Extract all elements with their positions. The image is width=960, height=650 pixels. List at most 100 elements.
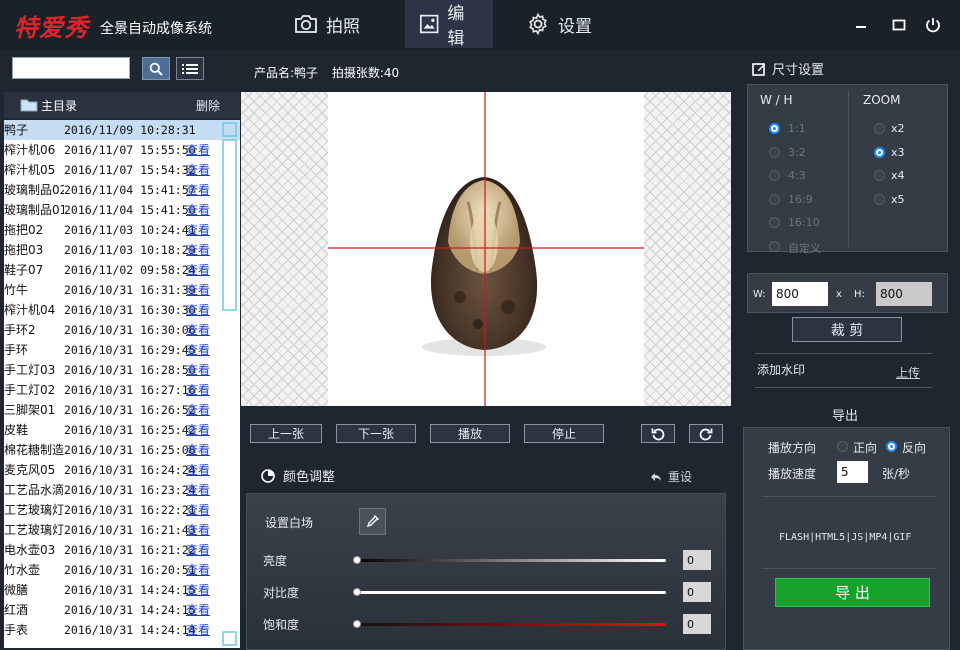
list-item[interactable]: 手表 2016/10/31 14:24:14 查看 xyxy=(4,620,240,640)
view-link[interactable]: 查看 xyxy=(186,140,210,160)
upload-button[interactable]: 上传 xyxy=(896,364,920,381)
zoom-radio[interactable] xyxy=(874,170,885,181)
view-link[interactable]: 查看 xyxy=(186,460,210,480)
folder-icon xyxy=(20,99,38,112)
list-item[interactable]: 榨汁机04 2016/10/31 16:30:30 查看 xyxy=(4,300,240,320)
speed-input[interactable]: 5 xyxy=(837,461,868,483)
slider-value[interactable]: 0 xyxy=(683,550,711,570)
view-link[interactable]: 查看 xyxy=(186,200,210,220)
list-item[interactable]: 电水壶03 2016/10/31 16:21:22 查看 xyxy=(4,540,240,560)
view-link[interactable]: 查看 xyxy=(186,440,210,460)
image-canvas[interactable] xyxy=(241,92,731,406)
ratio-radio[interactable] xyxy=(769,240,780,252)
minimize-button[interactable] xyxy=(850,14,872,36)
zoom-radio[interactable] xyxy=(874,146,885,158)
ratio-radio[interactable] xyxy=(769,170,780,181)
list-item[interactable]: 工艺品水滴 2016/10/31 16:23:24 查看 xyxy=(4,480,240,500)
adjust-slider[interactable] xyxy=(356,591,666,594)
view-link[interactable]: 查看 xyxy=(186,560,210,580)
view-link[interactable]: 查看 xyxy=(186,420,210,440)
view-link[interactable]: 查看 xyxy=(186,160,210,180)
file-list[interactable]: 鸭子 2016/11/09 10:28:31 榨汁机06 2016/11/07 15:… xyxy=(4,120,240,648)
zoom-radio[interactable] xyxy=(874,193,885,205)
zoom-radio[interactable] xyxy=(874,123,885,134)
list-item[interactable]: 拖把03 2016/11/03 10:18:29 查看 xyxy=(4,240,240,260)
list-item[interactable]: 三脚架01 2016/10/31 16:26:52 查看 xyxy=(4,400,240,420)
adjust-slider[interactable] xyxy=(356,623,666,626)
list-item[interactable]: 微膳 2016/10/31 14:24:15 查看 xyxy=(4,580,240,600)
tab-photo[interactable]: 拍照 xyxy=(280,0,380,48)
list-item[interactable]: 玻璃制品01 2016/11/04 15:41:50 查看 xyxy=(4,200,240,220)
view-link[interactable]: 查看 xyxy=(186,280,210,300)
list-item[interactable]: 棉花糖制造 2016/10/31 16:25:08 查看 xyxy=(4,440,240,460)
play-button[interactable]: 播放 xyxy=(430,424,510,443)
reset-button[interactable]: 重设 xyxy=(650,468,692,485)
list-item[interactable]: 拖把02 2016/11/03 10:24:41 查看 xyxy=(4,220,240,240)
slider-handle[interactable] xyxy=(353,620,361,628)
view-link[interactable]: 查看 xyxy=(186,380,210,400)
ratio-radio[interactable] xyxy=(769,146,780,158)
list-scrollbar[interactable] xyxy=(222,122,238,648)
list-item[interactable]: 榨汁机06 2016/11/07 15:55:50 查看 xyxy=(4,140,240,160)
slider-handle[interactable] xyxy=(353,556,361,564)
list-item[interactable]: 手环2 2016/10/31 16:30:06 查看 xyxy=(4,320,240,340)
list-item[interactable]: 手环 2016/10/31 16:29:45 查看 xyxy=(4,340,240,360)
direction-forward-radio[interactable] xyxy=(837,441,848,452)
rotate-left-button[interactable] xyxy=(641,424,675,443)
delete-button[interactable]: 删除 xyxy=(196,97,220,114)
height-input[interactable]: 800 xyxy=(876,282,932,306)
direction-reverse-radio[interactable] xyxy=(886,441,897,452)
view-link[interactable]: 查看 xyxy=(186,180,210,200)
view-link[interactable]: 查看 xyxy=(186,300,210,320)
view-link[interactable]: 查看 xyxy=(186,320,210,340)
view-link[interactable]: 查看 xyxy=(186,340,210,360)
export-button[interactable]: 导 出 xyxy=(775,578,930,607)
list-item[interactable]: 皮鞋 2016/10/31 16:25:42 查看 xyxy=(4,420,240,440)
view-link[interactable]: 查看 xyxy=(186,580,210,600)
crop-button[interactable]: 裁 剪 xyxy=(792,317,902,342)
maximize-button[interactable] xyxy=(888,14,910,36)
eyedropper-button[interactable] xyxy=(359,508,386,535)
view-link[interactable]: 查看 xyxy=(186,540,210,560)
list-item[interactable]: 鞋子07 2016/11/02 09:58:24 查看 xyxy=(4,260,240,280)
search-button[interactable] xyxy=(142,57,170,80)
prev-button[interactable]: 上一张 xyxy=(250,424,322,443)
slider-value[interactable]: 0 xyxy=(683,582,711,602)
power-button[interactable] xyxy=(922,14,944,36)
view-link[interactable]: 查看 xyxy=(186,220,210,240)
list-item[interactable]: 麦克风05 2016/10/31 16:24:24 查看 xyxy=(4,460,240,480)
stop-button[interactable]: 停止 xyxy=(524,424,604,443)
slider-value[interactable]: 0 xyxy=(683,614,711,634)
slider-handle[interactable] xyxy=(353,588,361,596)
list-item[interactable]: 玻璃制品02 2016/11/04 15:41:57 查看 xyxy=(4,180,240,200)
view-link[interactable]: 查看 xyxy=(186,400,210,420)
view-link[interactable]: 查看 xyxy=(186,240,210,260)
rotate-right-button[interactable] xyxy=(689,424,723,443)
list-item[interactable]: 榨汁机05 2016/11/07 15:54:32 查看 xyxy=(4,160,240,180)
view-link[interactable]: 查看 xyxy=(186,520,210,540)
list-item[interactable]: 鸭子 2016/11/09 10:28:31 xyxy=(4,120,240,140)
view-link[interactable]: 查看 xyxy=(186,260,210,280)
view-link[interactable]: 查看 xyxy=(186,360,210,380)
list-item[interactable]: 手工灯03 2016/10/31 16:28:50 查看 xyxy=(4,360,240,380)
ratio-radio[interactable] xyxy=(769,123,780,134)
width-input[interactable]: 800 xyxy=(772,282,828,306)
adjust-slider[interactable] xyxy=(356,559,666,562)
tab-settings[interactable]: 设置 xyxy=(512,0,612,48)
list-item[interactable]: 工艺玻璃灯 2016/10/31 16:21:43 查看 xyxy=(4,520,240,540)
tab-edit[interactable]: 编辑 xyxy=(405,0,493,49)
list-item[interactable]: 手工灯02 2016/10/31 16:27:16 查看 xyxy=(4,380,240,400)
view-link[interactable]: 查看 xyxy=(186,480,210,500)
list-item[interactable]: 竹水壶 2016/10/31 16:20:51 查看 xyxy=(4,560,240,580)
list-item[interactable]: 竹牛 2016/10/31 16:31:39 查看 xyxy=(4,280,240,300)
next-button[interactable]: 下一张 xyxy=(336,424,416,443)
view-link[interactable]: 查看 xyxy=(186,500,210,520)
list-item[interactable]: 工艺玻璃灯 2016/10/31 16:22:21 查看 xyxy=(4,500,240,520)
ratio-radio[interactable] xyxy=(769,193,780,205)
view-link[interactable]: 查看 xyxy=(186,600,210,620)
list-view-button[interactable] xyxy=(176,57,204,80)
list-item[interactable]: 红酒 2016/10/31 14:24:15 查看 xyxy=(4,600,240,620)
view-link[interactable]: 查看 xyxy=(186,620,210,640)
search-input[interactable] xyxy=(12,57,130,79)
ratio-radio[interactable] xyxy=(769,217,780,228)
